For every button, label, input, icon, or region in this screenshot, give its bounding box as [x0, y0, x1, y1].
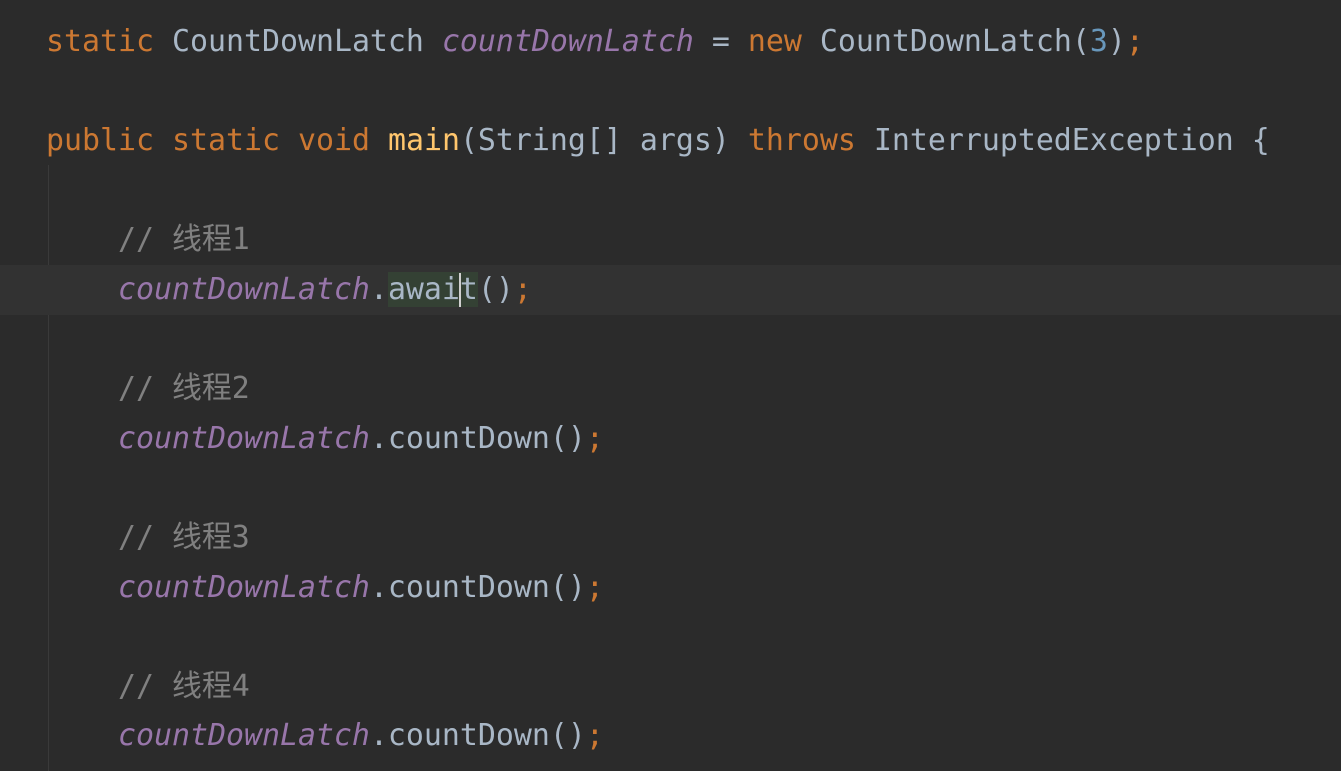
comment: // 线程3 [117, 519, 250, 555]
keyword: public [46, 123, 154, 159]
code-line[interactable]: // 线程2 [0, 364, 1341, 414]
code-line[interactable]: countDownLatch.await(); [0, 264, 1341, 315]
code-text: .countDown() [369, 569, 586, 605]
field-name: countDownLatch [117, 420, 370, 456]
field-name: countDownLatch [117, 569, 370, 605]
code-text: ) [1107, 24, 1126, 59]
method-declaration: main [387, 123, 460, 159]
code-line[interactable]: // 线程3 [0, 513, 1341, 563]
type-name: CountDownLatch [171, 24, 424, 59]
field-name: countDownLatch [117, 718, 370, 754]
keyword: throws [747, 123, 856, 159]
code-text: . [369, 271, 388, 307]
semicolon: ; [1125, 24, 1144, 59]
code-lines[interactable]: static CountDownLatch countDownLatch = n… [0, 17, 1341, 761]
code-text: .countDown() [369, 420, 586, 456]
code-line[interactable]: // 线程1 [0, 215, 1341, 265]
code-line[interactable]: // 线程4 [0, 662, 1341, 712]
method-call: awai [387, 271, 460, 307]
code-text: = [693, 24, 748, 59]
field-name: countDownLatch [117, 271, 370, 307]
blank-line[interactable] [0, 166, 1341, 216]
semicolon: ; [585, 718, 604, 754]
comment: // 线程2 [117, 371, 250, 407]
comment: // 线程1 [117, 222, 250, 258]
code-text: (String[] args) [459, 123, 748, 159]
keyword: static [171, 123, 280, 159]
code-text: .countDown() [369, 718, 586, 754]
number-literal: 3 [1089, 24, 1108, 59]
method-call: t [459, 271, 478, 307]
code-line[interactable]: static CountDownLatch countDownLatch = n… [0, 17, 1341, 67]
code-line[interactable]: countDownLatch.countDown(); [0, 414, 1341, 464]
blank-line[interactable] [0, 612, 1341, 662]
keyword: static [46, 24, 154, 59]
semicolon: ; [585, 420, 604, 456]
field-name: countDownLatch [441, 24, 694, 59]
keyword: new [747, 24, 802, 59]
blank-line[interactable] [0, 67, 1341, 117]
blank-line[interactable] [0, 315, 1341, 365]
type-name: InterruptedException { [855, 123, 1270, 159]
blank-line[interactable] [0, 463, 1341, 513]
semicolon: ; [513, 271, 532, 307]
code-text: () [477, 271, 514, 307]
semicolon: ; [585, 569, 604, 605]
code-line[interactable]: public static void main(String[] args) t… [0, 116, 1341, 166]
text-caret [458, 273, 461, 308]
type-name: CountDownLatch( [819, 24, 1090, 59]
comment: // 线程4 [117, 668, 250, 704]
code-line[interactable]: countDownLatch.countDown(); [0, 711, 1341, 761]
code-line[interactable]: countDownLatch.countDown(); [0, 563, 1341, 613]
keyword: void [297, 123, 370, 159]
